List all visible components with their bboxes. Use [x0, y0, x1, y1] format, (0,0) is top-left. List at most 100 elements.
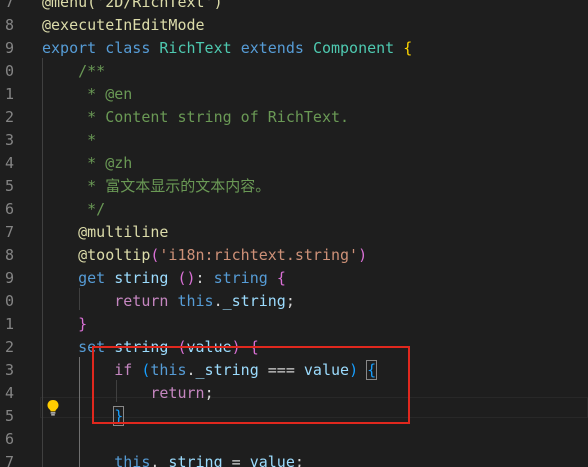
line-number: 8 [4, 16, 14, 34]
line-number: 7 [4, 453, 14, 467]
code-token: */ [42, 200, 106, 218]
code-line[interactable]: 0 /** [0, 60, 588, 83]
code-token: @multiline [78, 223, 169, 241]
code-token: return [114, 292, 169, 310]
code-text: * @zh [42, 152, 132, 175]
line-number: 2 [4, 338, 14, 356]
code-token: @menu('2D/RichText') [42, 0, 223, 11]
code-line[interactable]: 8 @executeInEditMode [0, 14, 588, 37]
code-token: * @zh [42, 154, 133, 172]
line-number: 6 [4, 200, 14, 218]
code-token: . [213, 292, 223, 310]
line-number: 1 [4, 85, 14, 103]
code-token: this [114, 453, 151, 467]
code-token: string [114, 269, 169, 287]
code-line[interactable]: 7 this._string = value; [0, 451, 588, 467]
line-number: 5 [4, 177, 14, 195]
code-text: */ [42, 198, 105, 221]
line-number: 1 [4, 315, 14, 333]
code-line[interactable]: 0 return this._string; [0, 290, 588, 313]
code-token: /** [42, 62, 106, 80]
code-token: { [403, 39, 413, 57]
code-text: @tooltip('i18n:richtext.string') [42, 244, 367, 267]
code-text: export class RichText extends Component … [42, 37, 412, 60]
line-number: 9 [4, 269, 14, 287]
line-number: 6 [4, 430, 14, 448]
code-line[interactable]: 6 [0, 428, 588, 451]
line-number: 4 [4, 384, 14, 402]
code-text: @executeInEditMode [42, 14, 205, 37]
code-line[interactable]: 9 export class RichText extends Component… [0, 37, 588, 60]
code-line[interactable]: 9 get string (): string { [0, 267, 588, 290]
line-number: 7 [4, 223, 14, 241]
line-number: 3 [4, 131, 14, 149]
code-line[interactable]: 6 */ [0, 198, 588, 221]
line-number: 9 [4, 39, 14, 57]
code-token: class [105, 39, 151, 57]
code-token: * 富文本显示的文本内容。 [42, 177, 271, 195]
line-number: 3 [4, 361, 14, 379]
code-line[interactable]: 1 * @en [0, 83, 588, 106]
code-token: _string [159, 453, 223, 467]
line-number: 4 [4, 154, 14, 172]
code-line[interactable]: 3 * [0, 129, 588, 152]
code-text: @multiline [42, 221, 168, 244]
lightbulb-icon[interactable] [46, 399, 60, 416]
code-token: = [222, 453, 250, 467]
code-token: * [42, 131, 97, 149]
code-token: value [249, 453, 295, 467]
line-number: 0 [4, 292, 14, 310]
highlight-annotation-box [92, 346, 410, 424]
code-line[interactable]: 5 * 富文本显示的文本内容。 [0, 175, 588, 198]
code-token: @tooltip [78, 246, 151, 264]
code-line[interactable]: 2 * Content string of RichText. [0, 106, 588, 129]
code-editor[interactable]: 7 @menu('2D/RichText') 8 @executeInEditMode… [0, 0, 588, 467]
code-token: get [78, 269, 106, 287]
line-number: 0 [4, 62, 14, 80]
code-token: Component [312, 39, 395, 57]
code-token: export [42, 39, 97, 57]
code-token: : [195, 269, 214, 287]
line-number: 2 [4, 108, 14, 126]
code-token: ; [294, 453, 304, 467]
code-line[interactable]: 7 @menu('2D/RichText') [0, 0, 588, 14]
code-token: extends [240, 39, 304, 57]
code-token: { [276, 269, 286, 287]
line-number: 7 [4, 0, 14, 11]
code-token: ) [358, 246, 368, 264]
code-token: ; [285, 292, 295, 310]
indent-guide [79, 288, 80, 310]
code-text: * @en [42, 83, 132, 106]
code-token: * @en [42, 85, 133, 103]
code-text: /** [42, 60, 105, 83]
code-token: string [213, 269, 268, 287]
indent-guide [42, 58, 43, 467]
code-token: _string [222, 292, 286, 310]
code-line[interactable]: 4 * @zh [0, 152, 588, 175]
code-text: this._string = value; [42, 451, 304, 467]
code-text: } [42, 313, 87, 336]
code-line[interactable]: 7 @multiline [0, 221, 588, 244]
code-token: () [177, 269, 196, 287]
code-line[interactable]: 8 @tooltip('i18n:richtext.string') [0, 244, 588, 267]
line-number: 8 [4, 246, 14, 264]
indent-guide-active [79, 357, 80, 467]
code-token: * Content string of RichText. [42, 108, 350, 126]
code-token: } [78, 315, 88, 333]
code-text: get string (): string { [42, 267, 286, 290]
code-text: * 富文本显示的文本内容。 [42, 175, 270, 198]
code-token: this [177, 292, 214, 310]
code-text: @menu('2D/RichText') [42, 0, 223, 14]
code-token: RichText [159, 39, 232, 57]
code-line[interactable]: 1 } [0, 313, 588, 336]
line-number: 5 [4, 407, 14, 425]
